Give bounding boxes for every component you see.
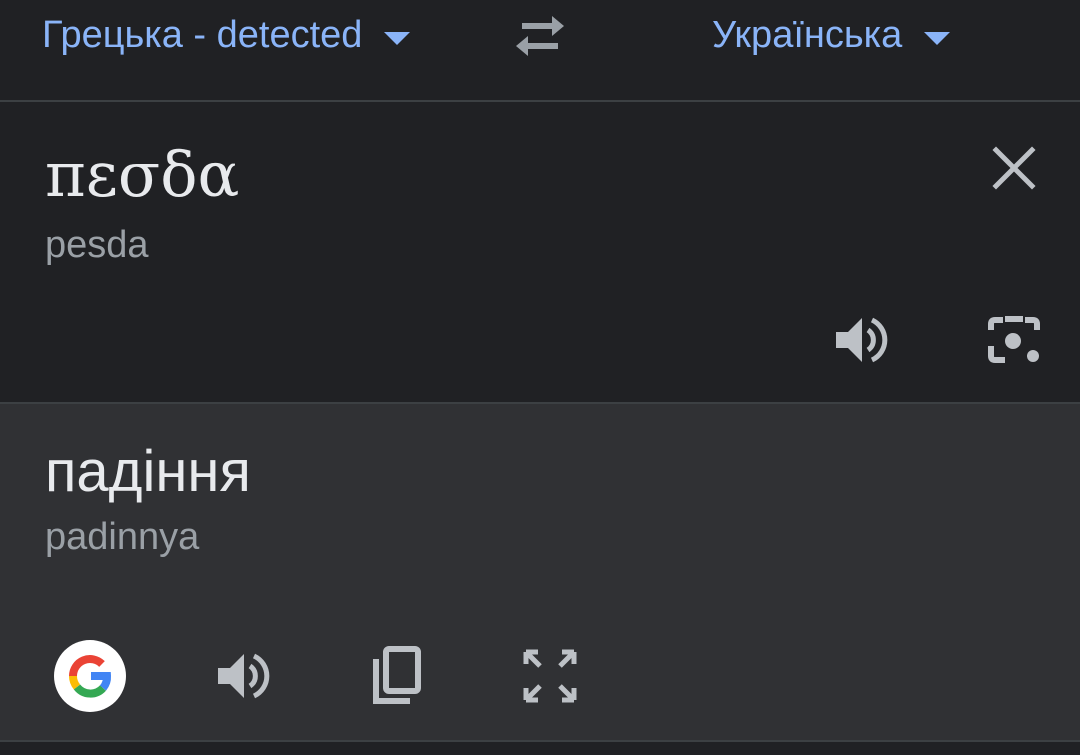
- copy-icon: [373, 646, 421, 704]
- fullscreen-icon: [523, 649, 577, 703]
- source-language-label: Грецька - detected: [42, 13, 363, 56]
- copy-translation-button[interactable]: [362, 640, 430, 712]
- source-text[interactable]: πεσδα: [45, 140, 239, 210]
- swap-icon: [516, 16, 564, 56]
- listen-source-button[interactable]: [826, 306, 894, 374]
- target-language-label: Українська: [712, 13, 903, 56]
- google-search-button[interactable]: [54, 640, 126, 712]
- clear-button[interactable]: [986, 140, 1042, 196]
- speaker-icon: [836, 317, 888, 363]
- camera-translate-button[interactable]: [980, 306, 1048, 374]
- translation-text: падіння: [45, 439, 251, 504]
- chevron-down-icon: [384, 31, 411, 45]
- swap-languages-button[interactable]: [508, 8, 572, 64]
- source-panel: πεσδα pesda: [0, 102, 1080, 404]
- translation-transliteration: padinnya: [45, 516, 200, 558]
- bottom-edge: [0, 742, 1080, 755]
- speaker-icon: [218, 653, 270, 699]
- source-transliteration: pesda: [45, 224, 149, 266]
- result-panel: падіння padinnya: [0, 404, 1080, 742]
- listen-translation-button[interactable]: [208, 642, 276, 710]
- chevron-down-icon: [924, 31, 951, 45]
- source-language-selector[interactable]: Грецька - detected: [42, 0, 411, 70]
- language-bar: Грецька - detected Українська: [0, 0, 1080, 102]
- camera-icon: [988, 316, 1040, 363]
- fullscreen-button[interactable]: [516, 640, 584, 712]
- google-logo-icon: [68, 655, 111, 698]
- target-language-selector[interactable]: Українська: [712, 0, 951, 70]
- close-icon: [992, 146, 1036, 190]
